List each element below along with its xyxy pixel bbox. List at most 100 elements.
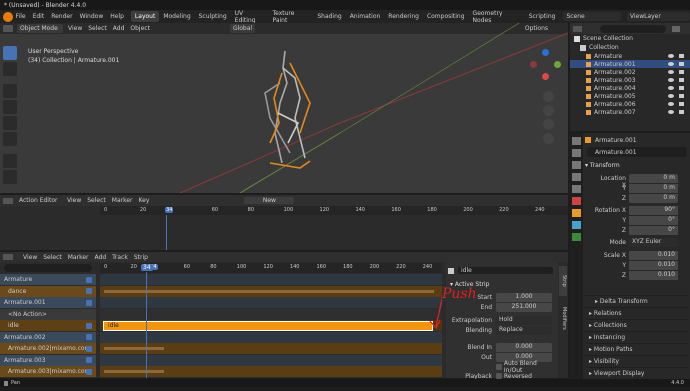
nla-search-input[interactable] (4, 264, 92, 272)
menu-edit[interactable]: Edit (33, 13, 45, 20)
properties-section-header[interactable]: ▸ Motion Paths (585, 343, 688, 355)
tab-animation[interactable]: Animation (346, 13, 385, 20)
track-checkbox[interactable] (86, 357, 92, 363)
scale-x-field[interactable]: 0.010 (629, 251, 678, 260)
nla-add-menu[interactable]: Add (95, 254, 107, 261)
outliner-item[interactable]: Armature.003 (570, 76, 690, 84)
camera-render-icon[interactable] (679, 86, 684, 90)
scene-tab-icon[interactable] (572, 185, 581, 193)
nla-track-row[interactable]: Armature.003|mixamo.com (0, 366, 442, 377)
track-checkbox[interactable] (86, 334, 92, 340)
object-name-field[interactable]: Armature.001 (587, 147, 687, 157)
nla-track-label[interactable]: Armature.002|mixamo.com (0, 343, 96, 354)
visibility-icon[interactable] (668, 94, 674, 98)
extrapolation-dropdown[interactable]: Hold (496, 316, 552, 325)
camera-icon[interactable] (543, 119, 554, 130)
nla-track-row[interactable]: Armature (0, 274, 442, 285)
nla-track-label[interactable]: Armature.002 (0, 331, 96, 343)
track-checkbox[interactable] (86, 322, 92, 329)
outliner-item[interactable]: Armature.006 (570, 100, 690, 108)
outliner-item[interactable]: Armature (570, 52, 690, 60)
tool-tab-icon[interactable] (572, 137, 581, 145)
menu-help[interactable]: Help (110, 13, 124, 20)
navigation-gizmo[interactable] (528, 49, 562, 83)
location-z-field[interactable]: 0 m (629, 194, 678, 203)
tab-rendering[interactable]: Rendering (384, 13, 423, 20)
action-view-menu[interactable]: View (67, 197, 81, 204)
properties-section-header[interactable]: ▸ Collections (585, 319, 688, 331)
frame-start-field[interactable]: 1.000 (496, 293, 552, 302)
menu-render[interactable]: Render (51, 13, 72, 20)
nla-track-label[interactable]: Armature.003|mixamo.com (0, 366, 96, 377)
frame-end-field[interactable]: 251.000 (496, 303, 552, 312)
filter-icon[interactable] (672, 25, 680, 32)
action-playhead[interactable] (166, 215, 167, 250)
data-tab-icon[interactable] (572, 233, 581, 241)
location-x-field[interactable]: 0 m (629, 174, 678, 183)
outliner-item[interactable]: Armature.001 (570, 60, 690, 68)
nla-track-row[interactable]: Armature.002|mixamo.com (0, 343, 442, 354)
blending-dropdown[interactable]: Replace (496, 326, 552, 335)
nla-track-area[interactable] (100, 331, 442, 343)
track-checkbox[interactable] (86, 276, 92, 283)
nla-track-label[interactable]: Armature.001 (0, 297, 96, 308)
nla-track-menu[interactable]: Track (112, 254, 128, 261)
sidebar-tab-modifiers[interactable]: Modifiers (559, 298, 567, 338)
nla-current-frame[interactable]: 34 (141, 264, 153, 271)
nla-track-row[interactable]: <No Action> (0, 308, 442, 320)
track-checkbox[interactable] (86, 299, 92, 306)
nla-track-label[interactable]: dance (0, 285, 96, 297)
visibility-icon[interactable] (668, 70, 674, 74)
new-action-button[interactable]: New (244, 197, 295, 204)
camera-render-icon[interactable] (679, 70, 684, 74)
action-marker-menu[interactable]: Marker (112, 197, 133, 204)
properties-section-header[interactable]: ▸ Visibility (585, 355, 688, 367)
rotation-x-field[interactable]: 90° (629, 206, 678, 215)
tab-scripting[interactable]: Scripting (525, 13, 560, 20)
rotation-y-field[interactable]: 0° (629, 216, 678, 225)
visibility-icon[interactable] (668, 54, 674, 58)
nla-track-row[interactable]: Armature.003 (0, 354, 442, 366)
camera-render-icon[interactable] (679, 54, 684, 58)
track-checkbox[interactable] (86, 368, 92, 375)
x-axis-icon[interactable] (542, 73, 549, 80)
action-keys-bar[interactable] (104, 289, 434, 293)
viewlayer-selector[interactable]: ViewLayer (626, 12, 690, 21)
camera-render-icon[interactable] (679, 102, 684, 106)
auto-blend-checkbox[interactable] (496, 364, 502, 370)
outliner-item[interactable]: Armature.002 (570, 68, 690, 76)
scale-y-field[interactable]: 0.010 (629, 261, 678, 270)
nla-track-label[interactable]: Armature.003 (0, 354, 96, 366)
properties-section-header[interactable]: ▸ Instancing (585, 331, 688, 343)
visibility-icon[interactable] (668, 78, 674, 82)
nla-track-area[interactable] (100, 297, 442, 308)
nla-track-area[interactable] (100, 308, 442, 320)
rotation-mode-dropdown[interactable]: XYZ Euler (629, 238, 678, 247)
visibility-icon[interactable] (668, 102, 674, 106)
outliner-type-icon[interactable] (573, 25, 582, 32)
output-tab-icon[interactable] (572, 161, 581, 169)
rotation-z-field[interactable]: 0° (629, 226, 678, 235)
nla-view-menu[interactable]: View (23, 254, 37, 261)
tab-compositing[interactable]: Compositing (423, 13, 469, 20)
view-layer-tab-icon[interactable] (572, 173, 581, 181)
nla-track-label[interactable]: idle (0, 320, 96, 331)
tab-modeling[interactable]: Modeling (159, 13, 194, 20)
camera-render-icon[interactable] (679, 78, 684, 82)
outliner-scene-collection[interactable]: Scene Collection (570, 34, 690, 43)
nla-marker-menu[interactable]: Marker (68, 254, 89, 261)
scene-selector[interactable]: Scene (563, 12, 621, 21)
track-checkbox[interactable] (86, 288, 92, 294)
visibility-icon[interactable] (668, 62, 674, 66)
nla-track-label[interactable]: Armature (0, 274, 96, 285)
z-axis-icon[interactable] (542, 49, 549, 56)
tab-sculpting[interactable]: Sculpting (195, 13, 231, 20)
render-tab-icon[interactable] (572, 149, 581, 157)
nla-track-area[interactable] (100, 354, 442, 366)
physics-tab-icon[interactable] (572, 221, 581, 229)
outliner-item[interactable]: Armature.004 (570, 84, 690, 92)
nla-strip-menu[interactable]: Strip (134, 254, 148, 261)
menu-window[interactable]: Window (80, 13, 104, 20)
action-keys-bar[interactable] (104, 370, 164, 373)
visibility-icon[interactable] (668, 110, 674, 114)
